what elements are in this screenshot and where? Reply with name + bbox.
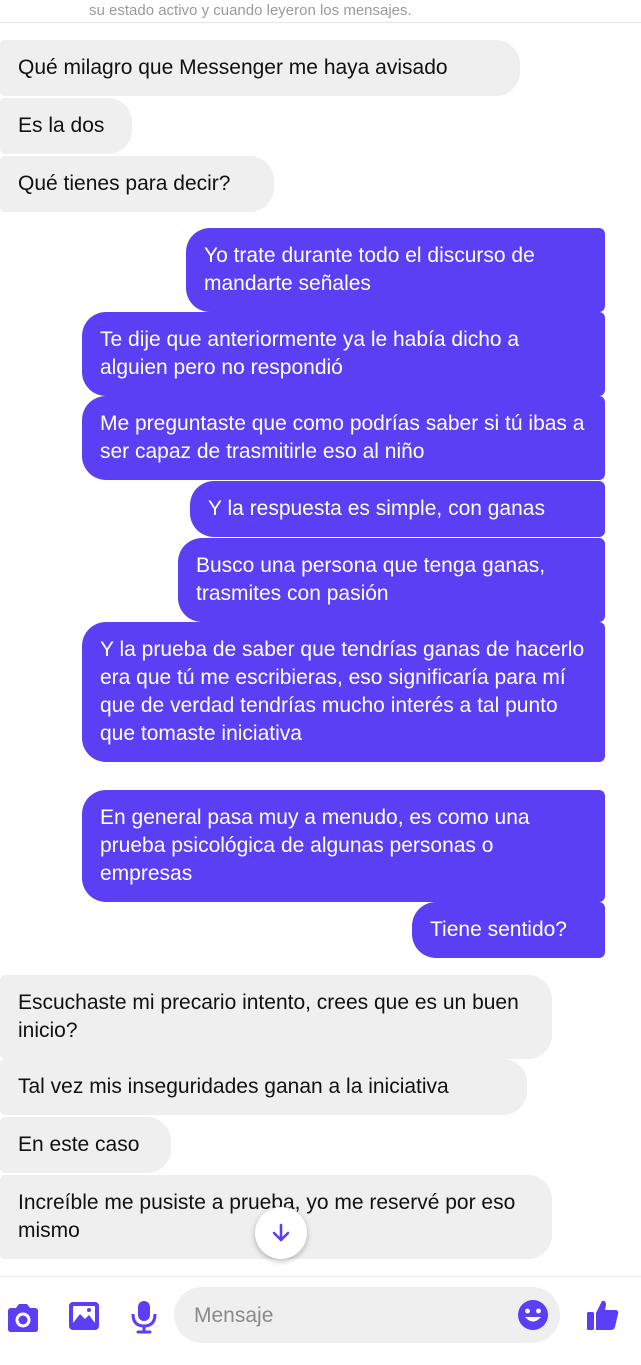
message-input[interactable] [192, 1287, 516, 1345]
microphone-icon[interactable] [130, 1299, 158, 1335]
message-incoming[interactable]: Tal vez mis inseguridades ganan a la ini… [0, 1059, 527, 1115]
message-outgoing[interactable]: Y la respuesta es simple, con ganas [190, 481, 605, 537]
message-outgoing[interactable]: Yo trate durante todo el discurso de man… [186, 228, 605, 312]
message-composer [0, 1276, 641, 1365]
message-outgoing[interactable]: Tiene sentido? [412, 902, 605, 958]
camera-icon[interactable] [5, 1301, 41, 1335]
message-input-field[interactable] [174, 1287, 560, 1345]
message-outgoing[interactable]: En general pasa muy a menudo, es como un… [82, 790, 605, 902]
message-incoming[interactable]: Escuchaste mi precario intento, crees qu… [0, 975, 552, 1059]
message-incoming[interactable]: En este caso [0, 1117, 171, 1173]
message-incoming[interactable]: Es la dos [0, 98, 132, 154]
message-outgoing[interactable]: Te dije que anteriormente ya le había di… [82, 312, 605, 396]
like-icon[interactable] [585, 1297, 621, 1333]
message-outgoing[interactable]: Y la prueba de saber que tendrías ganas … [82, 622, 605, 762]
message-incoming[interactable]: Qué milagro que Messenger me haya avisad… [0, 40, 520, 96]
emoji-icon[interactable] [516, 1298, 550, 1332]
message-outgoing[interactable]: Me preguntaste que como podrías saber si… [82, 396, 605, 480]
message-outgoing[interactable]: Busco una persona que tenga ganas, trasm… [178, 538, 605, 622]
read-receipt-text: su estado activo y cuando leyeron los me… [89, 2, 412, 19]
gallery-icon[interactable] [67, 1299, 101, 1333]
arrow-down-icon [272, 1223, 290, 1242]
read-receipt-notice: su estado activo y cuando leyeron los me… [0, 0, 641, 23]
message-incoming[interactable]: Qué tienes para decir? [0, 156, 274, 212]
scroll-to-bottom-button[interactable] [255, 1207, 307, 1259]
